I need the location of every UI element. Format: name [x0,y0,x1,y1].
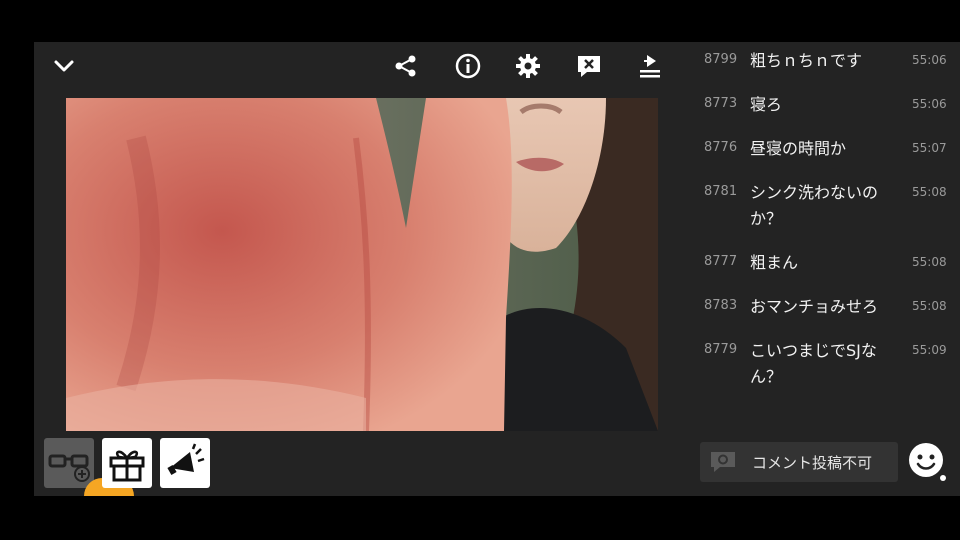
comment-time: 55:06 [912,53,947,67]
comment-text: シンク洗わないのか？ [750,183,879,228]
comment-number: 8781 [704,184,738,199]
face-icon[interactable] [908,442,948,482]
comment-number: 8777 [704,254,738,269]
comment-text: おマンチョみせろ [750,297,879,316]
upload-icon[interactable] [634,50,666,82]
comment-time: 55:08 [912,255,947,269]
gift-icon [109,450,145,482]
comment-text: 寝ろ [750,95,783,114]
top-toolbar [34,42,684,90]
comment-time: 55:07 [912,141,947,155]
comment-time: 55:06 [912,97,947,111]
comment-time: 55:08 [912,185,947,199]
gift-button[interactable] [102,438,152,488]
share-icon[interactable] [390,50,422,82]
comment-number: 8776 [704,140,738,155]
comment-text: こいつまじでSJなん？ [750,341,877,386]
player-screen: 8799 粗ちｎちｎです 55:06 8773 寝ろ 55:06 8776 昼寝… [34,42,960,496]
chevron-down-icon[interactable] [48,50,80,82]
close-comment-icon[interactable] [573,50,605,82]
glasses-add-button[interactable] [44,438,94,488]
megaphone-icon [167,443,205,475]
comment-number: 8783 [704,298,738,313]
comment-number: 8773 [704,96,738,111]
comment-text: 昼寝の時間か [750,139,847,158]
comment-text: 粗まん [750,253,799,272]
comment-number: 8779 [704,342,738,357]
comment-time: 55:09 [912,343,947,357]
comment-input-disabled[interactable]: コメント投稿不可 [700,442,898,482]
comment-input-label: コメント投稿不可 [752,454,873,472]
comment-number: 8799 [704,52,738,67]
comment-time: 55:08 [912,299,947,313]
video-stream[interactable] [66,98,658,431]
chat-panel: 8799 粗ちｎちｎです 55:06 8773 寝ろ 55:06 8776 昼寝… [694,42,960,422]
megaphone-button[interactable] [160,438,210,488]
glasses-add-icon [48,454,90,482]
comment-settings-icon [711,452,735,472]
gear-icon[interactable] [512,50,544,82]
info-icon[interactable] [452,50,484,82]
comment-text: 粗ちｎちｎです [750,51,863,70]
